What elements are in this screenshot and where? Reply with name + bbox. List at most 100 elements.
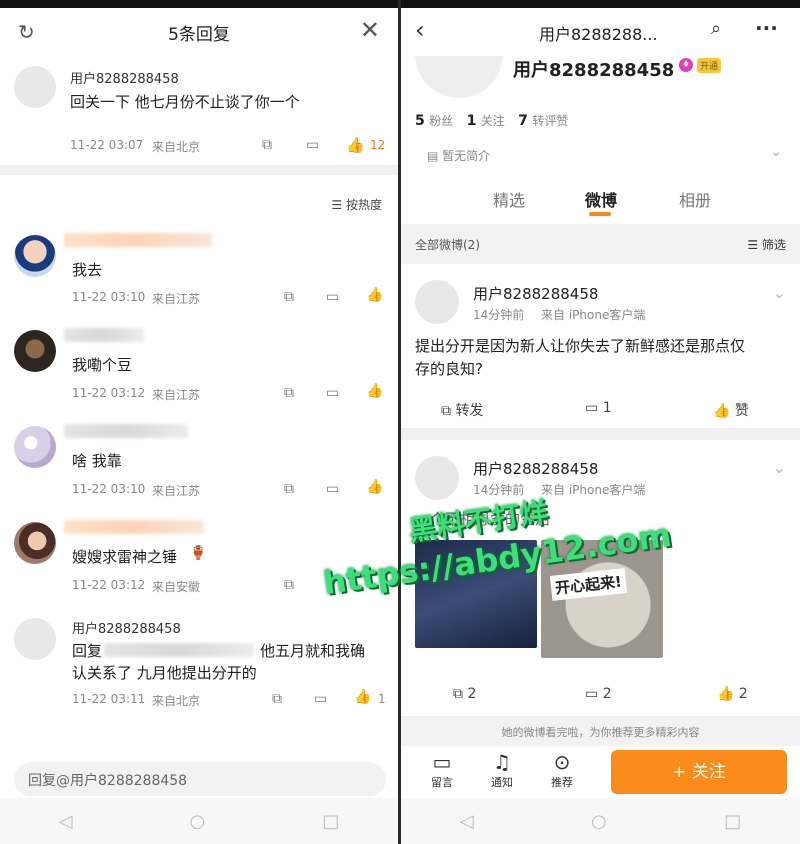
share-icon[interactable]: ⧉	[272, 692, 288, 706]
like-icon: 👍	[717, 686, 735, 702]
avatar[interactable]	[415, 456, 459, 500]
share-icon[interactable]: ⧉	[284, 482, 300, 496]
avatar[interactable]	[14, 618, 56, 660]
header-title: 用户8288288...	[539, 25, 658, 44]
filter-action: 筛选	[761, 238, 786, 252]
avatar[interactable]	[14, 66, 56, 108]
filter-label: 全部微博(2)	[415, 238, 480, 252]
share-icon[interactable]: ⧉	[284, 578, 300, 592]
profile-page: ‹ 用户8288288... ⌕ ··· 用户8288288458 ♦ 开通 5…	[401, 0, 800, 844]
system-nav: ◁ ○ □	[401, 798, 800, 844]
avatar[interactable]	[14, 522, 56, 564]
avatar[interactable]	[14, 426, 56, 468]
message-icon: ▭	[432, 750, 452, 774]
reply-text-part: 他五月就和我确	[260, 642, 366, 660]
reply-loc: 来自江苏	[152, 292, 201, 306]
membership-badge[interactable]: 开通	[697, 58, 722, 73]
blurred-mention	[104, 643, 254, 657]
comment-count: 1	[602, 400, 612, 416]
reply-time: 11-22 03:11	[72, 692, 146, 706]
like-icon[interactable]: 👍	[354, 690, 371, 704]
recent-nav-icon[interactable]: □	[322, 811, 339, 832]
comment-button[interactable]: ▭ 2	[585, 686, 612, 702]
blurred-username	[64, 424, 188, 438]
root-likes: 12	[370, 138, 386, 152]
close-icon[interactable]: ✕	[360, 16, 380, 44]
system-nav: ◁ ○ □	[0, 798, 398, 844]
like-button[interactable]: 👍 赞	[713, 400, 749, 420]
root-user[interactable]: 用户8288288458	[70, 68, 179, 87]
like-button[interactable]: 👍 2	[717, 686, 748, 702]
sort-button[interactable]: ☰ 按热度	[331, 196, 382, 213]
bell-icon: ♫	[493, 750, 511, 774]
like-label: 赞	[734, 403, 749, 419]
root-time: 11-22 03:07	[70, 138, 144, 152]
message-button[interactable]: ▭ 留言	[431, 750, 453, 790]
share-icon[interactable]: ⧉	[284, 386, 300, 400]
comment-icon: ▭	[585, 400, 599, 416]
post-user[interactable]: 用户8288288458	[473, 458, 598, 479]
share-icon[interactable]: ⧉	[284, 290, 300, 304]
tab-featured[interactable]: 精选	[493, 187, 525, 211]
comment-icon[interactable]: ▭	[314, 692, 330, 706]
profile-name: 用户8288288458	[513, 60, 675, 81]
share-icon[interactable]: ⧉	[262, 138, 278, 152]
avatar[interactable]	[14, 235, 56, 277]
doc-icon: ▤	[427, 149, 439, 163]
filter-button[interactable]: ☰ 筛选	[747, 236, 786, 253]
tab-weibo[interactable]: 微博	[585, 187, 617, 211]
reply-time: 11-22 03:10	[72, 290, 146, 304]
home-nav-icon[interactable]: ○	[591, 811, 607, 832]
like-count: 2	[738, 686, 748, 702]
comment-icon[interactable]: ▭	[326, 290, 342, 304]
comment-button[interactable]: ▭ 1	[585, 400, 612, 416]
back-nav-icon[interactable]: ◁	[460, 811, 474, 832]
tab-album[interactable]: 相册	[679, 187, 711, 211]
reply-loc: 来自江苏	[152, 388, 201, 402]
back-icon[interactable]: ‹	[415, 16, 425, 44]
repost-button[interactable]: ⧉ 转发	[441, 400, 483, 420]
tab-indicator	[589, 212, 611, 216]
avatar[interactable]	[14, 330, 56, 372]
intro-text: 暂无简介	[442, 149, 491, 163]
root-text: 回关一下 他七月份不止谈了你一个	[70, 93, 300, 111]
comment-icon[interactable]: ▭	[306, 138, 322, 152]
follow-label[interactable]: 关注	[481, 114, 505, 128]
like-icon[interactable]: 👍	[366, 288, 383, 302]
chevron-down-icon[interactable]: ⌄	[770, 144, 782, 160]
comment-count: 2	[602, 686, 612, 702]
status-bar	[401, 0, 800, 8]
recent-nav-icon[interactable]: □	[724, 811, 741, 832]
chevron-up-icon: ⊙	[553, 750, 571, 774]
post-user[interactable]: 用户8288288458	[473, 283, 598, 304]
more-icon[interactable]: ···	[755, 16, 778, 40]
sort-icon: ☰	[331, 198, 343, 212]
avatar[interactable]	[415, 280, 459, 324]
repost-icon: ⧉	[453, 686, 463, 702]
home-nav-icon[interactable]: ○	[190, 811, 206, 832]
fans-count: 5	[415, 113, 425, 129]
comment-icon[interactable]: ▭	[326, 482, 342, 496]
follow-button[interactable]: + 关注	[611, 750, 787, 794]
recommend-button[interactable]: ⊙ 推荐	[551, 750, 573, 790]
like-icon[interactable]: 👍	[366, 384, 383, 398]
reply-input[interactable]: 回复@用户8288288458	[14, 762, 386, 796]
back-nav-icon[interactable]: ◁	[59, 811, 73, 832]
reply-text: 我嘞个豆	[72, 356, 133, 374]
repost-label: 转发	[455, 403, 484, 419]
search-icon[interactable]: ⌕	[711, 18, 721, 39]
like-icon[interactable]: 👍	[366, 480, 383, 494]
fans-label[interactable]: 粉丝	[429, 114, 453, 128]
chevron-down-icon[interactable]: ⌄	[773, 458, 786, 477]
reply-text: 嫂嫂求雷神之锤	[72, 548, 178, 566]
comment-icon[interactable]: ▭	[326, 386, 342, 400]
header-bar: ‹ 用户8288288... ⌕ ···	[401, 8, 800, 56]
repost-button[interactable]: ⧉ 2	[453, 686, 476, 702]
like-icon[interactable]: 👍	[346, 136, 365, 154]
notify-button[interactable]: ♫ 通知	[491, 750, 513, 790]
repost-label: 转评赞	[532, 114, 569, 128]
divider	[0, 165, 398, 175]
reply-user[interactable]: 用户8288288458	[72, 618, 181, 637]
meme-caption: 开心起来!	[549, 568, 627, 601]
chevron-down-icon[interactable]: ⌄	[773, 283, 786, 302]
